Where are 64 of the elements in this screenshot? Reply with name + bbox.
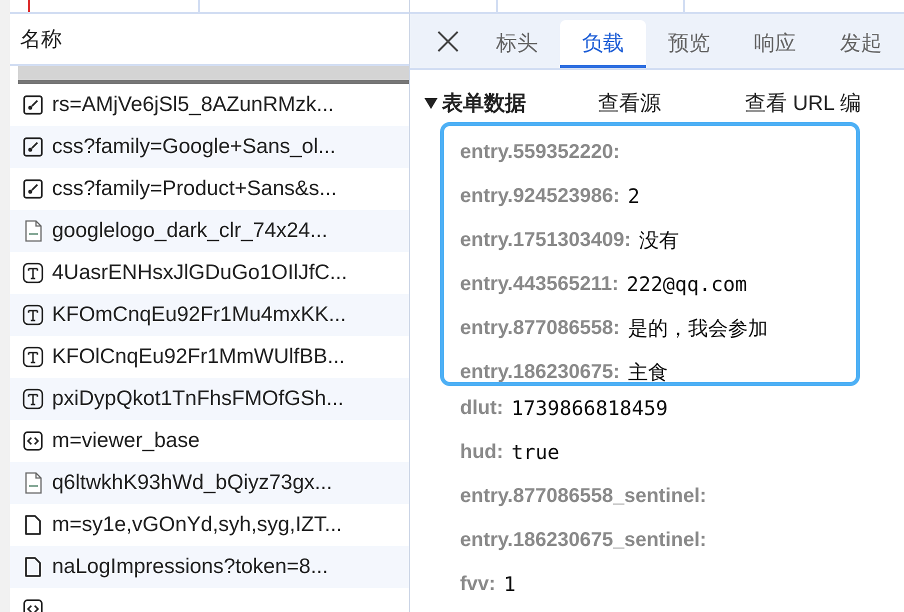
request-name: KFOmCnqEu92Fr1Mu4mxKK... xyxy=(52,303,346,327)
request-row[interactable]: rs=AMjVe6jSl5_8AZunRMzk... xyxy=(10,84,409,126)
section-title: 表单数据 xyxy=(442,91,526,117)
tab[interactable]: 预览 xyxy=(646,20,732,68)
tab[interactable]: 响应 xyxy=(732,20,818,68)
request-name: googlelogo_dark_clr_74x24... xyxy=(52,219,328,243)
request-row[interactable]: css?family=Product+Sans&s... xyxy=(10,168,409,210)
request-name: rs=AMjVe6jSl5_8AZunRMzk... xyxy=(52,93,334,117)
field-key: entry.877086558: xyxy=(460,316,620,340)
expand-triangle-icon[interactable] xyxy=(424,98,438,108)
brush-square-icon xyxy=(22,94,44,116)
request-row[interactable]: 4UasrENHsxJlGDuGo1OIlJfC... xyxy=(10,252,409,294)
request-row[interactable]: KFOmCnqEu92Fr1Mu4mxKK... xyxy=(10,294,409,336)
request-name: css?family=Google+Sans_ol... xyxy=(52,135,336,159)
field-value: 1739866818459 xyxy=(511,396,668,420)
field-value: 是的，我会参加 xyxy=(628,314,768,342)
request-row[interactable]: naLogImpressions?token=8... xyxy=(10,546,409,588)
view-link[interactable]: 查看源 xyxy=(598,89,661,117)
request-name: m=sy1e,vGOnYd,syh,syg,IZT... xyxy=(52,513,342,537)
request-row[interactable]: googlelogo_dark_clr_74x24... xyxy=(10,210,409,252)
field-key: entry.924523986: xyxy=(460,184,620,208)
font-icon xyxy=(22,388,44,410)
field-key: entry.443565211: xyxy=(460,272,619,296)
request-name: q6ltwkhK93hWd_bQiyz73gx... xyxy=(52,471,332,495)
font-icon xyxy=(22,262,44,284)
request-name: pxiDypQkot1TnFhsFMOfGSh... xyxy=(52,387,344,411)
request-name: KFOlCnqEu92Fr1MmWUlfBB... xyxy=(52,345,345,369)
request-row[interactable]: m=sy1e,vGOnYd,syh,syg,IZT... xyxy=(10,504,409,546)
request-name: 4UasrENHsxJlGDuGo1OIlJfC... xyxy=(52,261,348,285)
document-icon xyxy=(22,556,44,578)
font-icon xyxy=(22,304,44,326)
tab[interactable]: 标头 xyxy=(474,20,560,68)
request-row[interactable]: css?family=Google+Sans_ol... xyxy=(10,126,409,168)
field-value: true xyxy=(511,440,560,464)
close-button[interactable]: × xyxy=(422,14,474,68)
tab[interactable]: 发起 xyxy=(818,20,904,68)
field-value: 主食 xyxy=(628,358,668,382)
field-value: 2 xyxy=(628,184,640,208)
request-row[interactable]: pxiDypQkot1TnFhsFMOfGSh... xyxy=(10,378,409,420)
font-icon xyxy=(22,346,44,368)
field-key: entry.186230675: xyxy=(460,360,620,382)
field-key: dlut: xyxy=(460,396,504,420)
field-key: entry.559352220: xyxy=(460,140,620,164)
field-key: entry.877086558_sentinel: xyxy=(460,484,706,508)
request-name: m=viewer_base xyxy=(52,429,200,453)
field-value: 1 xyxy=(504,572,516,596)
field-key: entry.1751303409: xyxy=(460,228,631,252)
field-key: entry.186230675_sentinel: xyxy=(460,528,706,552)
tab[interactable]: 负载 xyxy=(560,20,646,68)
code-icon xyxy=(22,430,44,452)
view-link[interactable]: 查看 URL 编 xyxy=(745,89,861,117)
brush-square-icon xyxy=(22,178,44,200)
document-icon xyxy=(22,514,44,536)
brush-square-icon xyxy=(22,136,44,158)
field-value: 没有 xyxy=(638,226,679,254)
request-name: css?family=Product+Sans&s... xyxy=(52,177,337,201)
field-key: hud: xyxy=(460,440,504,464)
request-name: naLogImpressions?token=8... xyxy=(52,555,328,579)
field-key: fvv: xyxy=(460,572,496,596)
request-row[interactable]: KFOlCnqEu92Fr1MmWUlfBB... xyxy=(10,336,409,378)
request-row[interactable]: m=viewer_base xyxy=(10,420,409,462)
field-value: 222@qq.com xyxy=(626,272,748,296)
request-row[interactable]: q6ltwkhK93hWd_bQiyz73gx... xyxy=(10,462,409,504)
request-row[interactable] xyxy=(18,66,409,84)
